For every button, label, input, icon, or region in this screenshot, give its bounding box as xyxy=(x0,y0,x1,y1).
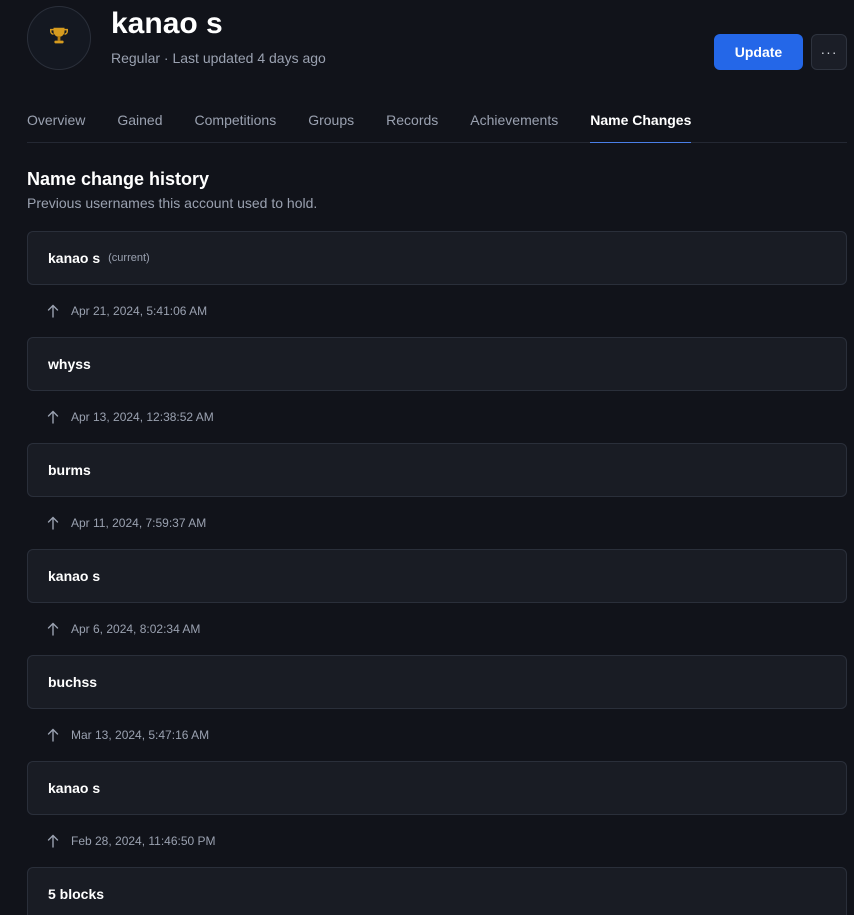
change-date: Feb 28, 2024, 11:46:50 PM xyxy=(71,834,216,848)
arrow-up-icon xyxy=(47,410,59,424)
name-change-history: kanao s (current) Apr 21, 2024, 5:41:06 … xyxy=(27,231,847,915)
username-text: burms xyxy=(48,462,91,478)
change-date: Apr 13, 2024, 12:38:52 AM xyxy=(71,410,214,424)
avatar xyxy=(27,6,91,70)
tab-groups[interactable]: Groups xyxy=(308,101,354,143)
name-card: kanao s xyxy=(27,761,847,815)
name-card: kanao s (current) xyxy=(27,231,847,285)
name-change-row: Mar 13, 2024, 5:47:16 AM xyxy=(27,709,847,761)
profile-tabs: Overview Gained Competitions Groups Reco… xyxy=(27,101,847,143)
username-text: 5 blocks xyxy=(48,886,105,902)
username-text: whyss xyxy=(48,356,91,372)
arrow-up-icon xyxy=(47,622,59,636)
name-card: buchss xyxy=(27,655,847,709)
arrow-up-icon xyxy=(47,516,59,530)
arrow-up-icon xyxy=(47,728,59,742)
trophy-icon xyxy=(48,25,70,52)
name-card: whyss xyxy=(27,337,847,391)
change-date: Apr 21, 2024, 5:41:06 AM xyxy=(71,304,208,318)
section-title: Name change history xyxy=(27,169,210,189)
current-badge: (current) xyxy=(108,252,150,264)
player-subline: Regular · Last updated 4 days ago xyxy=(111,50,326,66)
name-change-row: Apr 13, 2024, 12:38:52 AM xyxy=(27,391,847,443)
player-profile-page: kanao s Regular · Last updated 4 days ag… xyxy=(0,0,854,915)
name-change-row: Apr 11, 2024, 7:59:37 AM xyxy=(27,497,847,549)
tab-name-changes[interactable]: Name Changes xyxy=(590,101,692,143)
name-change-row: Feb 28, 2024, 11:46:50 PM xyxy=(27,815,847,867)
page-title: kanao s xyxy=(111,7,223,40)
username-text: buchss xyxy=(48,674,98,690)
arrow-up-icon xyxy=(47,304,59,318)
username-text: kanao s xyxy=(48,568,101,584)
name-card: 5 blocks xyxy=(27,867,847,915)
username-text: kanao s xyxy=(48,250,101,266)
change-date: Apr 11, 2024, 7:59:37 AM xyxy=(71,516,207,530)
tab-achievements[interactable]: Achievements xyxy=(470,101,558,143)
ellipsis-icon: ··· xyxy=(820,44,838,60)
name-card: kanao s xyxy=(27,549,847,603)
change-date: Mar 13, 2024, 5:47:16 AM xyxy=(71,728,210,742)
more-options-button[interactable]: ··· xyxy=(811,34,847,70)
tab-gained[interactable]: Gained xyxy=(117,101,162,143)
name-card: burms xyxy=(27,443,847,497)
change-date: Apr 6, 2024, 8:02:34 AM xyxy=(71,622,201,636)
tab-overview[interactable]: Overview xyxy=(27,101,85,143)
username-text: kanao s xyxy=(48,780,101,796)
update-button[interactable]: Update xyxy=(714,34,803,70)
name-change-row: Apr 21, 2024, 5:41:06 AM xyxy=(27,285,847,337)
arrow-up-icon xyxy=(47,834,59,848)
tab-records[interactable]: Records xyxy=(386,101,438,143)
tab-competitions[interactable]: Competitions xyxy=(195,101,277,143)
section-description: Previous usernames this account used to … xyxy=(27,195,318,211)
name-change-row: Apr 6, 2024, 8:02:34 AM xyxy=(27,603,847,655)
